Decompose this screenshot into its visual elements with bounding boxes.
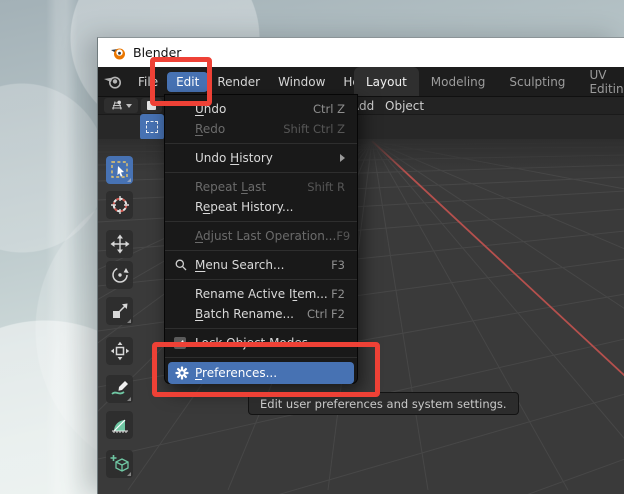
menu-separator xyxy=(165,143,357,144)
active-tool-button[interactable] xyxy=(140,114,164,140)
subtool-corner xyxy=(127,319,131,323)
menu-item-adjust-last-operation[interactable]: Adjust Last Operation... F9 xyxy=(165,226,357,246)
tool-transform[interactable] xyxy=(106,337,133,365)
scale-tool-icon xyxy=(110,301,130,321)
tool-select-box[interactable] xyxy=(106,156,133,184)
blender-menu-logo-icon[interactable] xyxy=(103,74,129,89)
edit-dropdown-menu: Undo Ctrl Z Redo Shift Ctrl Z Undo Histo… xyxy=(164,94,358,384)
menu-separator xyxy=(165,328,357,329)
workspace-tabs: Layout Modeling Sculpting UV Editing xyxy=(354,67,624,96)
tool-rotate[interactable] xyxy=(106,261,133,289)
tab-sculpting[interactable]: Sculpting xyxy=(497,67,577,96)
rotate-tool-icon xyxy=(110,265,130,285)
shortcut-rename-active-item: F2 xyxy=(331,287,345,301)
menu-window[interactable]: Window xyxy=(269,72,334,92)
x-axis-line xyxy=(372,141,624,376)
magnifier-icon xyxy=(174,258,188,272)
annotation-preferences xyxy=(152,342,380,397)
subtool-corner xyxy=(127,472,131,476)
tool-scale[interactable] xyxy=(106,297,133,325)
shortcut-adjust-last-operation: F9 xyxy=(336,229,350,243)
tool-cursor[interactable] xyxy=(106,191,133,219)
menu-item-redo[interactable]: Redo Shift Ctrl Z xyxy=(165,119,357,139)
add-cube-tool-icon xyxy=(110,454,130,474)
select-box-tool-icon xyxy=(110,160,130,180)
blender-window: Blender File Edit Render Window Help Lay… xyxy=(97,37,624,494)
subtool-corner xyxy=(127,178,131,182)
tooltip-text: Edit user preferences and system setting… xyxy=(260,397,507,411)
shortcut-repeat-last: Shift R xyxy=(307,180,345,194)
shortcut-menu-search: F3 xyxy=(331,258,345,272)
chevron-down-icon xyxy=(126,104,132,108)
tool-annotate[interactable] xyxy=(106,375,133,403)
measure-tool-icon xyxy=(110,415,130,435)
cursor-tool-icon xyxy=(110,195,130,215)
tool-move[interactable] xyxy=(106,230,133,258)
tab-uv-editing[interactable]: UV Editing xyxy=(577,67,624,96)
menu-separator xyxy=(165,279,357,280)
subtool-corner xyxy=(127,397,131,401)
menu-item-repeat-last[interactable]: Repeat Last Shift R xyxy=(165,177,357,197)
menu-item-rename-active-item[interactable]: Rename Active Item... F2 xyxy=(165,284,357,304)
shortcut-redo: Shift Ctrl Z xyxy=(283,122,345,136)
tool-measure[interactable] xyxy=(106,411,133,439)
menu-separator xyxy=(165,250,357,251)
submenu-arrow-icon xyxy=(340,154,345,162)
tab-modeling[interactable]: Modeling xyxy=(419,67,498,96)
menu-separator xyxy=(165,172,357,173)
menu-separator xyxy=(165,221,357,222)
transform-tool-icon xyxy=(110,341,130,361)
shortcut-undo: Ctrl Z xyxy=(313,102,345,116)
tool-add-cube[interactable] xyxy=(106,450,133,478)
move-tool-icon xyxy=(110,234,130,254)
menu-item-undo-history[interactable]: Undo History xyxy=(165,148,357,168)
menu-render[interactable]: Render xyxy=(208,72,269,92)
select-box-icon xyxy=(146,121,158,133)
annotation-edit-menu xyxy=(150,57,212,106)
blender-logo-icon xyxy=(110,46,126,60)
shortcut-batch-rename: Ctrl F2 xyxy=(307,307,345,321)
menu-item-repeat-history[interactable]: Repeat History... xyxy=(165,197,357,217)
viewport-editor-icon xyxy=(111,100,123,111)
app-menu-bar: File Edit Render Window Help xyxy=(98,72,380,92)
tab-layout[interactable]: Layout xyxy=(354,67,419,96)
menu-item-menu-search[interactable]: Menu Search... F3 xyxy=(165,255,357,275)
header-menu-object[interactable]: Object xyxy=(385,99,424,113)
annotate-tool-icon xyxy=(110,379,130,399)
menu-item-batch-rename[interactable]: Batch Rename... Ctrl F2 xyxy=(165,304,357,324)
editor-type-button[interactable] xyxy=(104,98,138,113)
